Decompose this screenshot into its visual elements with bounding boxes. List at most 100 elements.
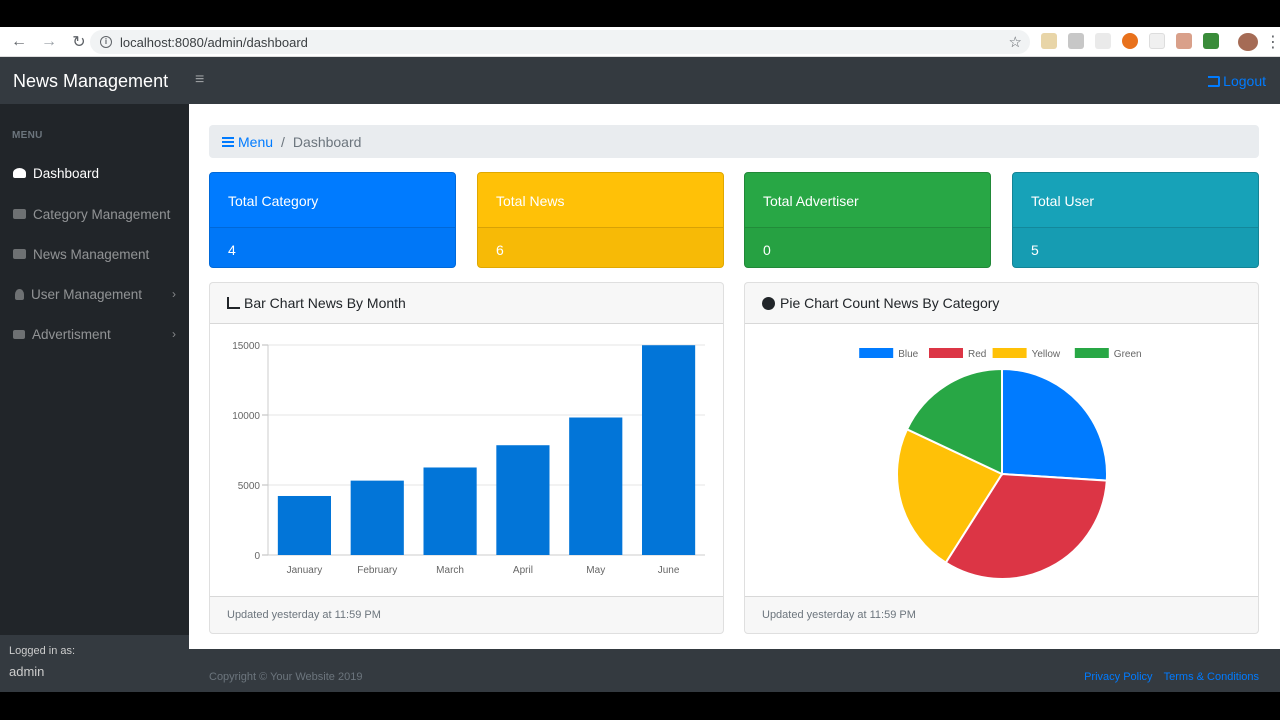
y-tick-label: 5000	[238, 481, 261, 492]
sidebar-item-label: Advertisment	[32, 326, 111, 342]
reload-icon[interactable]: ↻	[66, 29, 92, 55]
letterbox-top	[0, 0, 1280, 27]
extension-orange-icon[interactable]	[1122, 33, 1138, 49]
sidebar-item-label: Dashboard	[33, 165, 100, 181]
chevron-right-icon[interactable]: ›	[172, 287, 176, 301]
bar	[496, 445, 550, 555]
browser-toolbar: ← → ↻ i localhost:8080/admin/dashboard ☆…	[0, 27, 1280, 57]
stat-label: Total Category	[228, 193, 319, 209]
legend-label: Red	[968, 349, 986, 360]
legend-label: Green	[1114, 349, 1142, 360]
bars-icon	[222, 136, 234, 147]
extension-blank-icon[interactable]	[1149, 33, 1165, 49]
card-title: Pie Chart Count News By Category	[780, 295, 1000, 311]
ad-icon	[13, 329, 25, 339]
stat-card-total-news[interactable]: Total News 6	[477, 172, 724, 268]
stat-footer	[478, 227, 723, 267]
stat-label: Total News	[496, 193, 565, 209]
breadcrumb-root: Menu	[238, 133, 274, 150]
legend-label: Yellow	[1032, 349, 1061, 360]
sidebar-item-advertisment[interactable]: Advertisment ›	[0, 314, 189, 354]
breadcrumb: Menu / Dashboard	[209, 125, 1259, 158]
pie-chart-card: Pie Chart Count News By Category Blue Red…	[744, 282, 1259, 634]
bar	[569, 417, 623, 555]
logged-in-user: admin	[9, 664, 45, 679]
stat-footer	[210, 227, 455, 267]
tachometer-icon	[13, 168, 26, 178]
x-tick-label: April	[513, 565, 533, 576]
card-header: Bar Chart News By Month	[210, 283, 723, 324]
sidebar-footer: Logged in as: admin	[0, 635, 189, 692]
sidebar-item-category-management[interactable]: Category Management	[0, 194, 189, 234]
bar-chart-card: Bar Chart News By Month 0 5000 10000 15000 J…	[209, 282, 724, 634]
extension-json-icon[interactable]	[1095, 33, 1111, 49]
legend-swatch	[992, 348, 1027, 358]
footer-links: Privacy Policy Terms & Conditions	[1084, 671, 1259, 683]
main-content: Menu / Dashboard Total Category 4 Total …	[189, 104, 1280, 649]
sidebar-item-user-management[interactable]: User Management ›	[0, 274, 189, 314]
card-title: Bar Chart News By Month	[244, 295, 406, 311]
extension-camera-icon[interactable]	[1068, 33, 1084, 49]
privacy-policy-link[interactable]: Privacy Policy	[1084, 671, 1152, 683]
user-icon	[15, 288, 24, 300]
folder-open-icon	[13, 209, 26, 219]
sidebar-item-news-management[interactable]: News Management	[0, 234, 189, 274]
logout-link[interactable]: Logout	[1208, 73, 1266, 89]
legend-label: Blue	[898, 349, 918, 360]
card-footer: Updated yesterday at 11:59 PM	[745, 596, 1258, 633]
pie-slice	[1001, 367, 1108, 482]
sidebar-item-label: Category Management	[33, 206, 171, 222]
bar	[641, 345, 696, 555]
arrow-left-icon[interactable]: ←	[6, 29, 32, 55]
pie-chart-icon	[762, 296, 775, 310]
star-icon[interactable]: ☆	[1009, 33, 1022, 51]
extension-download-icon[interactable]	[1041, 33, 1057, 49]
y-tick-label: 15000	[232, 341, 260, 352]
page-footer: Copyright © Your Website 2019 Privacy Po…	[189, 649, 1280, 692]
x-tick-label: February	[357, 565, 397, 576]
logout-label: Logout	[1223, 73, 1266, 89]
extension-green-icon[interactable]	[1203, 33, 1219, 49]
letterbox-bottom	[0, 692, 1280, 720]
stat-footer	[1013, 227, 1258, 267]
extension-window-icon[interactable]	[1176, 33, 1192, 49]
copyright-text: Copyright © Your Website 2019	[209, 671, 363, 683]
sidebar-heading: MENU	[12, 130, 43, 141]
stat-card-total-advertiser[interactable]: Total Advertiser 0	[744, 172, 991, 268]
stat-value: 6	[496, 242, 504, 258]
sidebar-item-dashboard[interactable]: Dashboard	[0, 153, 189, 193]
top-navbar: News Management ≡ Logout	[0, 57, 1280, 104]
stat-footer	[745, 227, 990, 267]
bar-chart: 0 5000 10000 15000 January February March April…	[232, 341, 705, 576]
x-tick-label: January	[287, 565, 323, 576]
breadcrumb-menu-link[interactable]: Menu	[222, 134, 273, 150]
url-text[interactable]: localhost:8080/admin/dashboard	[120, 35, 1009, 50]
arrow-right-icon[interactable]: →	[36, 29, 62, 55]
bar	[423, 467, 477, 555]
card-header: Pie Chart Count News By Category	[745, 283, 1258, 324]
logged-in-label: Logged in as:	[9, 645, 76, 657]
chevron-right-icon[interactable]: ›	[172, 327, 176, 341]
avatar[interactable]	[1238, 33, 1258, 51]
info-icon[interactable]: i	[100, 36, 112, 48]
hamburger-icon[interactable]: ≡	[195, 71, 204, 89]
newspaper-icon	[13, 249, 26, 259]
legend-swatch	[1074, 348, 1109, 358]
stat-value: 4	[228, 242, 236, 258]
legend-swatch	[929, 348, 963, 358]
sidebar-item-label: News Management	[33, 246, 150, 262]
bar	[277, 495, 332, 555]
x-tick-label: June	[658, 565, 680, 576]
stat-card-total-category[interactable]: Total Category 4	[209, 172, 456, 268]
stat-card-total-user[interactable]: Total User 5	[1012, 172, 1259, 268]
sidebar-item-label: User Management	[31, 286, 143, 302]
more-menu-icon[interactable]: ⋮	[1265, 29, 1280, 55]
sign-out-icon	[1208, 75, 1221, 87]
stat-label: Total User	[1031, 193, 1095, 209]
x-tick-label: March	[436, 565, 464, 576]
y-tick-label: 10000	[232, 411, 260, 422]
address-bar[interactable]: i localhost:8080/admin/dashboard ☆	[90, 30, 1030, 54]
breadcrumb-separator: /	[281, 133, 285, 150]
terms-link[interactable]: Terms & Conditions	[1164, 671, 1259, 683]
brand-title[interactable]: News Management	[13, 71, 168, 92]
